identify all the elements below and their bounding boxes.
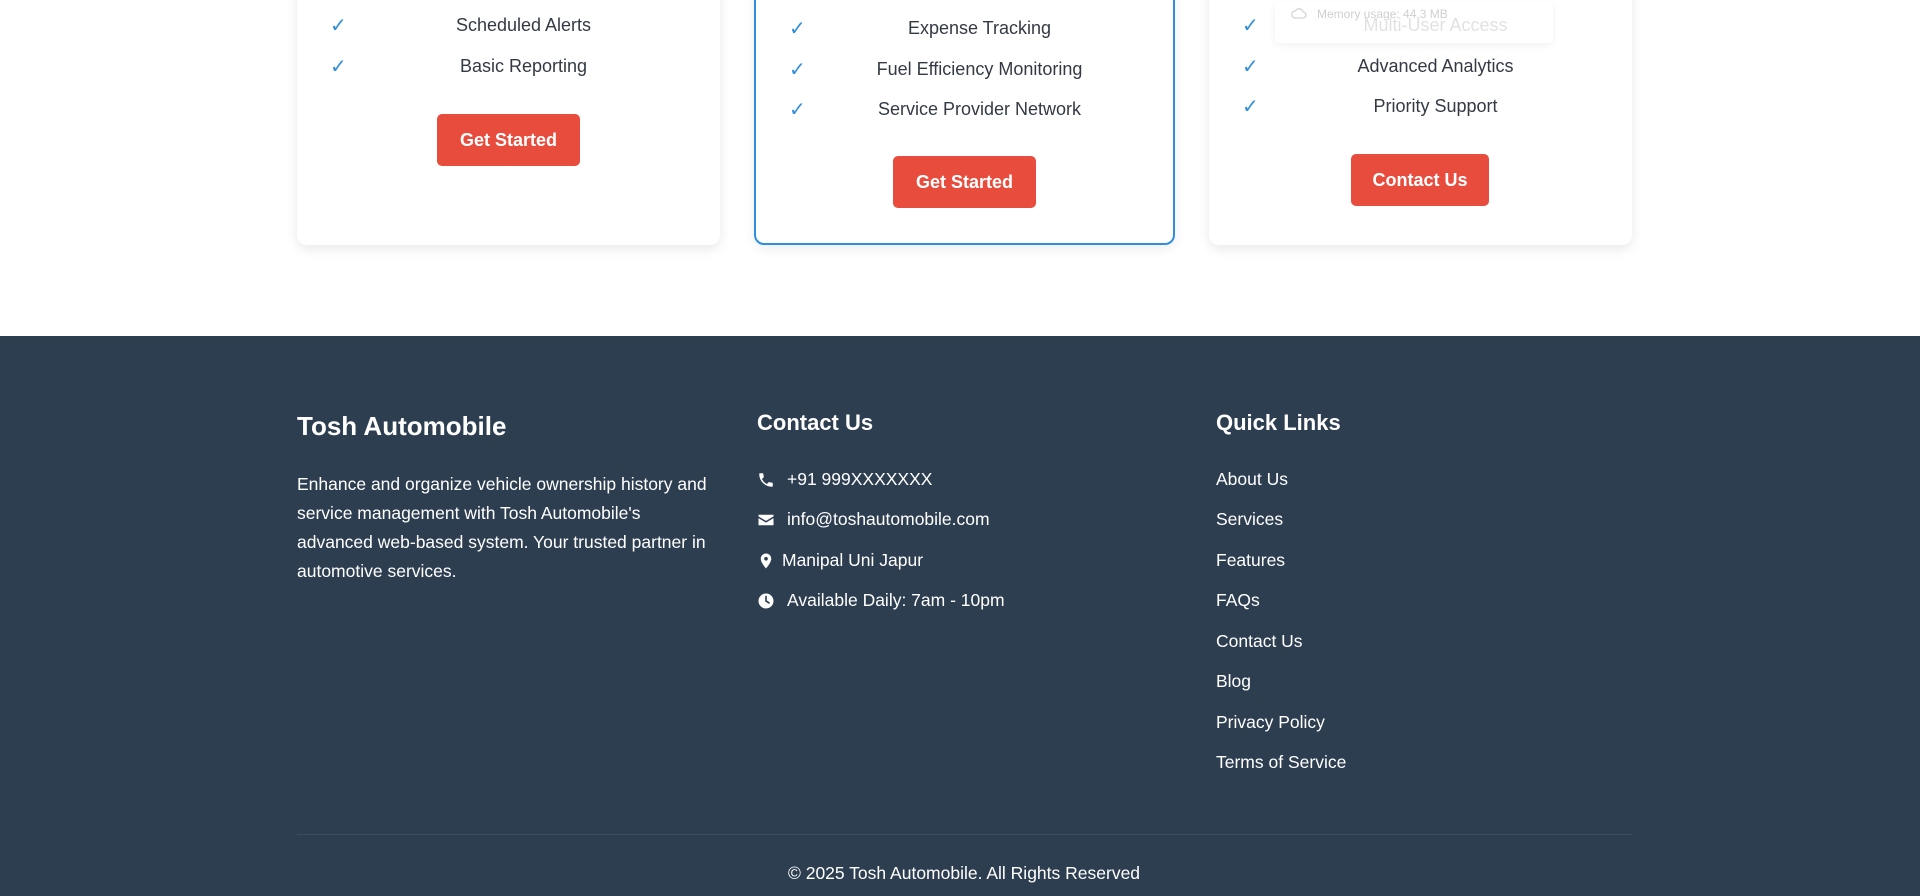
clock-icon	[757, 591, 775, 609]
footer-divider	[297, 834, 1632, 835]
cloud-icon	[1291, 7, 1307, 24]
quick-link-blog[interactable]: Blog	[1216, 668, 1251, 694]
contact-us-button[interactable]: Contact Us	[1351, 154, 1489, 206]
feature-item: ✓ Basic Reporting	[297, 53, 720, 79]
email-address: info@toshautomobile.com	[787, 509, 990, 529]
quick-link-contact-us[interactable]: Contact Us	[1216, 628, 1303, 654]
feature-item: ✓ Fuel Efficiency Monitoring	[756, 56, 1173, 82]
feature-label: Fuel Efficiency Monitoring	[876, 59, 1083, 79]
quick-link-terms-of-service[interactable]: Terms of Service	[1216, 749, 1346, 775]
memory-usage-text: Memory usage: 44.3 MB	[1317, 7, 1448, 21]
quick-links-heading: Quick Links	[1216, 410, 1341, 435]
feature-item: ✓ Expense Tracking	[756, 15, 1173, 41]
pricing-section: ✓ Scheduled Alerts ✓ Basic Reporting Get…	[0, 0, 1920, 336]
hours-text: Available Daily: 7am - 10pm	[787, 590, 1005, 610]
quick-link-faqs[interactable]: FAQs	[1216, 587, 1260, 613]
quick-link-features[interactable]: Features	[1216, 547, 1285, 573]
map-pin-icon	[757, 551, 775, 569]
footer-brand-title: Tosh Automobile	[297, 411, 507, 441]
site-footer: Tosh Automobile Enhance and organize veh…	[0, 336, 1920, 896]
feature-item: ✓ Service Provider Network	[756, 96, 1173, 122]
get-started-button[interactable]: Get Started	[893, 156, 1036, 208]
feature-label: Priority Support	[1373, 96, 1498, 116]
pricing-card-featured: ✓ Expense Tracking ✓ Fuel Efficiency Mon…	[754, 0, 1175, 245]
feature-label: Expense Tracking	[907, 18, 1052, 38]
phone-number: +91 999XXXXXXX	[787, 469, 933, 489]
feature-label: Basic Reporting	[459, 56, 588, 76]
pricing-card-basic: ✓ Scheduled Alerts ✓ Basic Reporting Get…	[297, 0, 720, 245]
contact-heading: Contact Us	[757, 410, 874, 435]
envelope-icon	[757, 510, 775, 528]
feature-label: Advanced Analytics	[1357, 56, 1514, 76]
feature-label: Service Provider Network	[877, 99, 1082, 119]
location-text: Manipal Uni Japur	[782, 550, 924, 570]
copyright-text: © 2025 Tosh Automobile. All Rights Reser…	[787, 863, 1141, 883]
feature-item: ✓ Advanced Analytics	[1209, 53, 1632, 79]
footer-brand-description: Enhance and organize vehicle ownership h…	[297, 474, 707, 581]
phone-icon	[757, 470, 775, 488]
memory-usage-tooltip: Memory usage: 44.3 MB	[1275, 1, 1553, 43]
feature-item: ✓ Priority Support	[1209, 93, 1632, 119]
quick-link-about-us[interactable]: About Us	[1216, 466, 1288, 492]
quick-link-privacy-policy[interactable]: Privacy Policy	[1216, 709, 1325, 735]
feature-label: Scheduled Alerts	[455, 15, 592, 35]
quick-link-services[interactable]: Services	[1216, 506, 1283, 532]
feature-item: ✓ Scheduled Alerts	[297, 12, 720, 38]
get-started-button[interactable]: Get Started	[437, 114, 580, 166]
